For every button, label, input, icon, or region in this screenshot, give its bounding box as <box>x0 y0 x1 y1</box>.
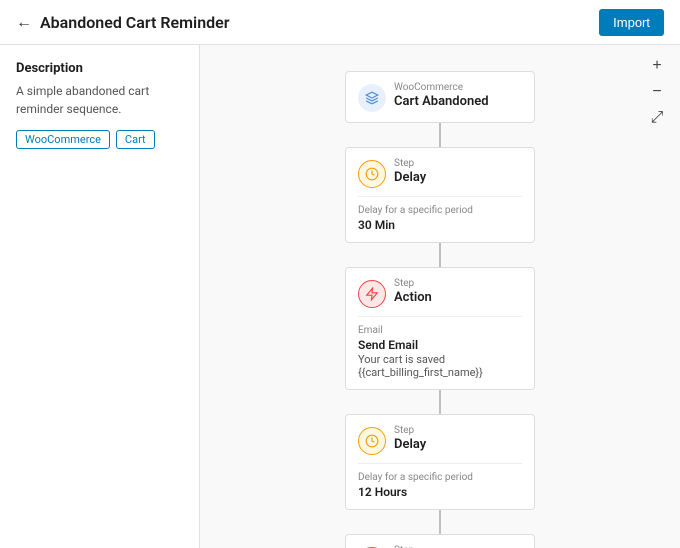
action-icon-action1 <box>358 280 386 308</box>
workflow-canvas: + − ⤢ WooCommerceCart AbandonedStepDelay… <box>200 45 680 548</box>
node-body-label-delay2: Delay for a specific period <box>358 472 522 483</box>
node-title-trigger: Cart Abandoned <box>394 94 522 111</box>
node-header-action1: StepAction <box>358 278 522 308</box>
node-type-label-delay1: Step <box>394 158 522 170</box>
node-header-delay2: StepDelay <box>358 425 522 455</box>
node-body-value-delay2: 12 Hours <box>358 485 522 499</box>
connector-0 <box>439 123 441 147</box>
flow-container: WooCommerceCart AbandonedStepDelayDelay … <box>200 61 680 548</box>
node-delay1[interactable]: StepDelay Delay for a specific period 30 M… <box>345 147 535 243</box>
node-type-label-action1: Step <box>394 278 522 290</box>
node-meta-trigger: WooCommerceCart Abandoned <box>394 82 522 111</box>
sidebar-section-title: Description <box>16 61 183 76</box>
page-title: Abandoned Cart Reminder <box>40 13 230 32</box>
node-body-delay1: Delay for a specific period 30 Min <box>358 196 522 232</box>
node-action2[interactable]: StepActionEmailSend EmailYour cart is ab… <box>345 534 535 548</box>
node-body-value-action1: Send Email <box>358 338 522 352</box>
node-meta-action1: StepAction <box>394 278 522 307</box>
tags-container: WooCommerce Cart <box>16 130 183 149</box>
node-title-delay1: Delay <box>394 170 522 187</box>
expand-button[interactable]: ⤢ <box>646 107 668 129</box>
sidebar-description: A simple abandoned cart reminder sequenc… <box>16 82 183 118</box>
node-body-sub-action1: Your cart is saved {{cart_billing_first_… <box>358 353 522 379</box>
node-meta-delay2: StepDelay <box>394 425 522 454</box>
trigger-icon-trigger <box>358 84 386 112</box>
node-type-label-delay2: Step <box>394 425 522 437</box>
node-title-action1: Action <box>394 290 522 307</box>
delay-icon-delay1 <box>358 160 386 188</box>
node-delay2[interactable]: StepDelay Delay for a specific period 12 H… <box>345 414 535 510</box>
node-meta-delay1: StepDelay <box>394 158 522 187</box>
node-body-delay2: Delay for a specific period 12 Hours <box>358 463 522 499</box>
node-type-label-trigger: WooCommerce <box>394 82 522 94</box>
canvas-controls: + − ⤢ <box>646 55 668 129</box>
node-body-label-delay1: Delay for a specific period <box>358 205 522 216</box>
connector-2 <box>439 390 441 414</box>
node-title-delay2: Delay <box>394 437 522 454</box>
node-action1[interactable]: StepAction Email Send EmailYour cart is sa… <box>345 267 535 390</box>
node-header-trigger: WooCommerceCart Abandoned <box>358 82 522 112</box>
connector-1 <box>439 243 441 267</box>
main-layout: Description A simple abandoned cart remi… <box>0 45 680 548</box>
header-left: ← Abandoned Cart Reminder <box>16 12 230 32</box>
node-trigger[interactable]: WooCommerceCart Abandoned <box>345 71 535 123</box>
node-body-value-delay1: 30 Min <box>358 218 522 232</box>
zoom-in-button[interactable]: + <box>646 55 668 77</box>
zoom-out-button[interactable]: − <box>646 81 668 103</box>
import-button[interactable]: Import <box>599 9 664 36</box>
tag-woocommerce[interactable]: WooCommerce <box>16 130 110 149</box>
connector-3 <box>439 510 441 534</box>
sidebar: Description A simple abandoned cart remi… <box>0 45 200 548</box>
node-body-label-action1: Email <box>358 325 522 336</box>
node-body-action1: Email Send EmailYour cart is saved {{cart… <box>358 316 522 379</box>
delay-icon-delay2 <box>358 427 386 455</box>
node-header-delay1: StepDelay <box>358 158 522 188</box>
back-button[interactable]: ← <box>16 12 32 32</box>
header: ← Abandoned Cart Reminder Import <box>0 0 680 45</box>
tag-cart[interactable]: Cart <box>116 130 155 149</box>
